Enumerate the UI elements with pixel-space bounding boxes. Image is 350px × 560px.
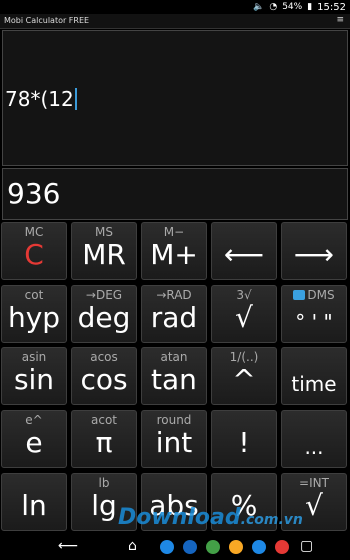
ln-key[interactable]: ln [1,473,67,531]
key-label: hyp [7,301,61,334]
key-label: rad [150,301,198,334]
expression-text: 78*(12 [5,87,74,111]
blue-dot2-icon [252,540,266,554]
key-label: ... [304,435,324,459]
factorial-key[interactable]: ! [211,410,277,468]
tan-key[interactable]: atan tan [141,347,207,405]
time-key[interactable]: time [281,347,347,405]
clear-key[interactable]: MC C [1,222,67,280]
green-dot-icon [206,540,220,554]
wifi-icon: ◔ [269,2,278,12]
volume-icon: 🔈 [253,2,265,12]
key-label: π [95,426,113,459]
key-label: ! [238,426,250,459]
key-label: deg [77,301,131,334]
pi-key[interactable]: acot π [71,410,137,468]
key-label: e [25,426,43,459]
key-label: M+ [150,238,198,271]
cos-key[interactable]: acos cos [71,347,137,405]
home-icon[interactable]: ⌂ [128,538,137,554]
navigation-bar: ⟵ ⌂ ▢ [0,534,350,560]
battery-icon: ▮ [307,2,313,12]
menu-icon[interactable]: ≡ [336,15,344,25]
key-sublabel: DMS [282,288,346,302]
key-label: C [24,238,44,271]
recent-apps-icon[interactable]: ▢ [300,538,313,554]
navy-dot-icon [183,540,197,554]
forward-key[interactable]: ⟶ [281,222,347,280]
battery-level: 54% [282,2,303,12]
result-text: 936 [7,177,61,210]
key-label: int [155,426,193,459]
app-title-bar: Mobi Calculator FREE ≡ [0,14,350,29]
more-key[interactable]: ... [281,410,347,468]
backspace-key[interactable]: ⟵ [211,222,277,280]
watermark-logo: Download.com.vn [118,505,303,530]
e-key[interactable]: e^ e [1,410,67,468]
dms-key[interactable]: DMS ° ' " [281,285,347,343]
hyp-key[interactable]: cot hyp [1,285,67,343]
key-label: ^ [232,363,256,396]
dms-toggle-icon [293,290,306,300]
int-key[interactable]: round int [141,410,207,468]
key-label: time [291,372,337,396]
memory-add-key[interactable]: M− M+ [141,222,207,280]
app-title: Mobi Calculator FREE [4,16,90,25]
memory-recall-key[interactable]: MS MR [71,222,137,280]
key-label: tan [151,363,197,396]
back-icon[interactable]: ⟵ [58,538,78,554]
key-label: ⟵ [223,238,265,271]
status-bar: 🔈 ◔ 54% ▮ 15:52 [0,0,350,14]
rad-key[interactable]: →RAD rad [141,285,207,343]
power-key[interactable]: 1/(..) ^ [211,347,277,405]
key-label: ⟶ [293,238,335,271]
status-time: 15:52 [317,1,346,13]
key-label: cos [80,363,128,396]
blue-dot-icon [160,540,174,554]
yellow-dot-icon [229,540,243,554]
expression-display[interactable]: 78*(12 [2,30,348,166]
key-label: ° ' " [295,310,333,334]
sqrt-key[interactable]: 3√ √ [211,285,277,343]
result-display: 936 [2,168,348,220]
red-dot-icon [275,540,289,554]
deg-key[interactable]: →DEG deg [71,285,137,343]
key-label: sin [13,363,55,396]
key-label: ln [21,489,47,522]
sin-key[interactable]: asin sin [1,347,67,405]
key-label: MR [82,238,126,271]
text-caret [74,88,77,110]
key-label: √ [235,301,253,334]
